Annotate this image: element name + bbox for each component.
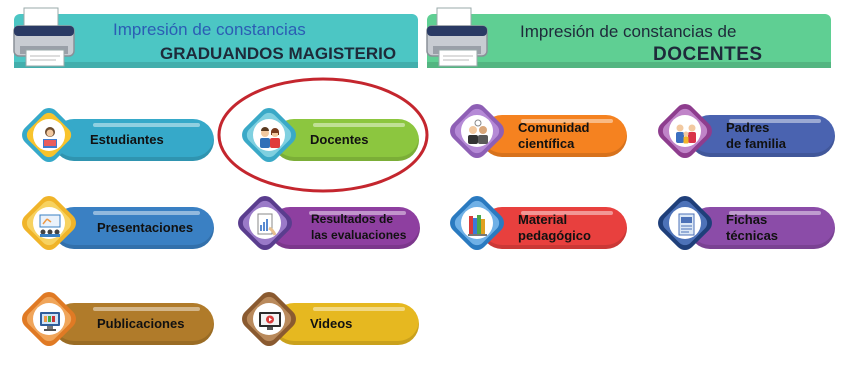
comunidad-label-line1: Comunidad [518,120,590,135]
publicaciones-button[interactable]: Publicaciones [9,288,214,354]
videos-button[interactable]: Videos [229,288,419,354]
books-icon [468,215,487,236]
banner-graduandos-line2: GRADUANDOS MAGISTERIO [160,44,397,63]
publicaciones-label: Publicaciones [97,316,185,331]
fichas-label-line1: Fichas [726,212,768,227]
estudiantes-label: Estudiantes [90,132,164,147]
presentation-icon [39,214,61,237]
highlight-circle [217,77,429,193]
padres-label-line2: de familia [726,136,786,151]
banner-docentes-line1: Impresión de constancias de [520,22,737,41]
padres-de-familia-button[interactable]: Padres de familia [645,100,835,166]
banner-graduandos-line1: Impresión de constancias [113,20,306,39]
video-player-icon [259,312,281,330]
estudiantes-button[interactable]: Estudiantes [9,104,214,170]
resultados-evaluaciones-button[interactable]: Resultados de las evaluaciones [225,192,420,258]
videos-label: Videos [310,316,353,331]
presentaciones-label: Presentaciones [97,220,194,235]
material-pedagogico-button[interactable]: Material pedagógico [437,192,627,258]
fichas-label-line2: técnicas [726,228,779,243]
comunidad-label-line2: científica [518,136,575,151]
evaluation-results-icon [257,213,277,236]
padres-label-line1: Padres [726,120,770,135]
printer-icon [426,7,488,67]
banner-docentes-line2: DOCENTES [653,44,763,65]
family-icon [676,124,696,144]
printer-icon [13,7,75,67]
publications-icon [40,312,60,331]
banner-docentes[interactable]: Impresión de constancias de DOCENTES [426,7,831,68]
material-label-line2: pedagógico [518,228,591,243]
scientists-icon [468,119,488,144]
comunidad-cientifica-button[interactable]: Comunidad científica [437,100,627,166]
presentaciones-button[interactable]: Presentaciones [9,192,214,258]
technical-sheet-icon [678,213,695,236]
material-label-line1: Material [518,212,568,227]
fichas-tecnicas-button[interactable]: Fichas técnicas [645,192,835,258]
student-reading-icon [43,127,57,148]
banner-graduandos[interactable]: Impresión de constancias GRADUANDOS MAGI… [13,7,418,68]
resultados-label-line2: las evaluaciones [311,228,407,242]
resultados-label-line1: Resultados de [311,212,394,226]
